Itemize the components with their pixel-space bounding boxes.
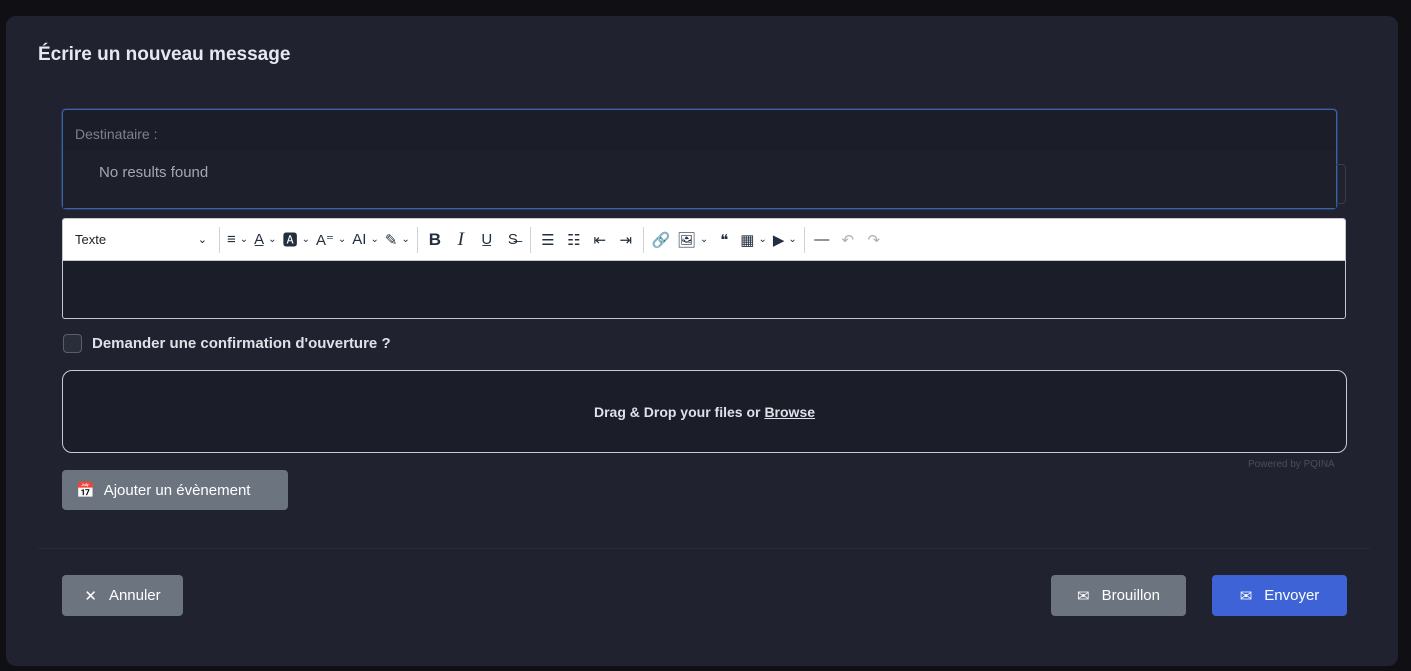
indent-icon: ⇥ (619, 231, 633, 249)
toolbar-divider (416, 226, 418, 253)
outdent-button[interactable]: ⇤ (587, 225, 613, 255)
recipient-label: Destinataire : (75, 126, 158, 142)
recipient-dropdown: No results found (63, 150, 1336, 208)
toolbar-divider (803, 226, 805, 253)
no-results-message: No results found (99, 164, 209, 181)
close-icon: ✕ (84, 587, 97, 605)
envelope-icon: ✉ (1077, 587, 1090, 605)
toolbar-divider (219, 226, 220, 253)
read-receipt-row: Demander une confirmation d'ouverture ? (63, 334, 391, 353)
undo-icon: ↶ (841, 231, 855, 249)
table-button[interactable]: ▦ ⌄ (737, 225, 770, 255)
toolbar-divider (642, 226, 644, 253)
chevron-down-icon: ⌄ (239, 234, 249, 245)
bullet-list-button[interactable]: ☰ (535, 225, 561, 255)
file-dropzone[interactable]: Drag & Drop your files or Browse (62, 370, 1347, 453)
indent-button[interactable]: ⇥ (613, 225, 639, 255)
cancel-button[interactable]: ✕ Annuler (62, 575, 183, 616)
link-button[interactable]: 🔗 (648, 225, 674, 255)
media-button[interactable]: ▶ ⌄ (770, 225, 800, 255)
strikethrough-button[interactable]: S̶ (500, 225, 526, 255)
add-event-button[interactable]: 📅 Ajouter un évènement (62, 470, 288, 510)
dropzone-instruction: Drag & Drop your files or (593, 403, 761, 420)
chevron-down-icon: ⌄ (337, 234, 347, 245)
underline-button[interactable]: U̲ (474, 225, 500, 255)
font-size-icon: AI (352, 231, 367, 248)
send-button[interactable]: ✉ Envoyer (1212, 575, 1347, 616)
dropzone-text: Drag & Drop your files or Browse (594, 404, 815, 420)
outdent-icon: ⇤ (593, 231, 607, 249)
numbered-list-button[interactable]: ☷ (561, 225, 587, 255)
format-select-value: Texte (75, 232, 107, 247)
compose-modal: Écrire un nouveau message Destinataire :… (6, 16, 1398, 666)
bold-button[interactable]: B (422, 225, 448, 255)
editor-body[interactable] (63, 261, 1345, 318)
chevron-down-icon: ⌄ (197, 234, 207, 246)
format-select[interactable]: Texte ⌄ (63, 219, 215, 261)
calendar-plus-icon: 📅 (76, 482, 95, 499)
modal-title: Écrire un nouveau message (38, 44, 291, 65)
italic-button[interactable]: I (448, 225, 474, 255)
chevron-down-icon: ⌄ (268, 234, 277, 245)
add-event-label: Ajouter un évènement (103, 481, 251, 499)
horizontal-line-button[interactable]: — (809, 225, 835, 255)
envelope-icon: ✉ (1239, 587, 1253, 605)
strikethrough-icon: S̶ (507, 231, 518, 248)
underline-icon: U̲ (481, 231, 493, 248)
media-icon: ▶ (772, 231, 785, 249)
browse-link[interactable]: Browse (764, 404, 815, 420)
quote-icon: ❝ (720, 231, 729, 249)
background-color-icon: 🅰 (282, 232, 298, 249)
chevron-down-icon: ⌄ (788, 234, 797, 245)
toolbar-buttons: ≡ ⌄ A̲ ⌄ 🅰 ⌄ A⁼ ⌄ AI ⌄ ✎ ⌄ B I U̲ S̶ ☰ ☷ ⇤ ⇥ 🔗 🖼 ⌄ ❝ ▦ ⌄ ▶ ⌄ — ↶ ↷ (224, 225, 887, 255)
chevron-down-icon: ⌄ (758, 234, 767, 245)
numbered-list-icon: ☷ (567, 231, 581, 249)
redo-button[interactable]: ↷ (861, 225, 887, 255)
table-icon: ▦ (740, 231, 755, 249)
recipient-field[interactable]: Destinataire : No results found (62, 109, 1337, 209)
quote-button[interactable]: ❝ (711, 225, 737, 255)
toolbar-divider (529, 226, 531, 253)
subject-input-edge (1336, 164, 1346, 204)
horizontal-line-icon: — (814, 231, 830, 248)
highlight-button[interactable]: ✎ ⌄ (382, 225, 413, 255)
font-family-button[interactable]: A⁼ ⌄ (313, 225, 349, 255)
chevron-down-icon: ⌄ (699, 234, 709, 245)
highlight-icon: ✎ (384, 231, 398, 249)
font-size-button[interactable]: AI ⌄ (349, 225, 382, 255)
read-receipt-checkbox[interactable] (63, 334, 82, 353)
draft-button[interactable]: ✉ Brouillon (1051, 575, 1186, 616)
editor-toolbar: Texte ⌄ ≡ ⌄ A̲ ⌄ 🅰 ⌄ A⁼ ⌄ AI ⌄ ✎ ⌄ B I U̲ S̶ ☰ ☷ ⇤ ⇥ 🔗 🖼 ⌄ ❝ ▦ ⌄ ▶… (63, 219, 1345, 261)
redo-icon: ↷ (867, 231, 881, 249)
chevron-down-icon: ⌄ (401, 234, 410, 245)
text-color-icon: A̲ (254, 231, 265, 248)
powered-by-label: Powered by PQINA (1248, 459, 1335, 470)
link-icon: 🔗 (651, 231, 671, 249)
send-label: Envoyer (1264, 587, 1320, 604)
chevron-down-icon: ⌄ (370, 234, 379, 245)
font-family-icon: A⁼ (315, 231, 334, 249)
undo-button[interactable]: ↶ (835, 225, 861, 255)
align-button[interactable]: ≡ ⌄ (224, 225, 251, 255)
text-color-button[interactable]: A̲ ⌄ (251, 225, 279, 255)
background-color-button[interactable]: 🅰 ⌄ (280, 225, 313, 255)
image-icon: 🖼 (676, 231, 696, 249)
draft-label: Brouillon (1101, 587, 1160, 604)
chevron-down-icon: ⌄ (301, 234, 310, 245)
footer-divider (38, 548, 1370, 549)
rich-text-editor: Texte ⌄ ≡ ⌄ A̲ ⌄ 🅰 ⌄ A⁼ ⌄ AI ⌄ ✎ ⌄ B I U̲ S̶ ☰ ☷ ⇤ ⇥ 🔗 🖼 ⌄ ❝ ▦ ⌄ ▶… (62, 218, 1346, 319)
italic-icon: I (457, 228, 464, 250)
cancel-label: Annuler (108, 587, 161, 604)
read-receipt-label[interactable]: Demander une confirmation d'ouverture ? (92, 335, 391, 352)
align-icon: ≡ (227, 231, 236, 248)
bold-icon: B (428, 229, 441, 249)
image-button[interactable]: 🖼 ⌄ (674, 225, 711, 255)
bullet-list-icon: ☰ (541, 231, 555, 249)
